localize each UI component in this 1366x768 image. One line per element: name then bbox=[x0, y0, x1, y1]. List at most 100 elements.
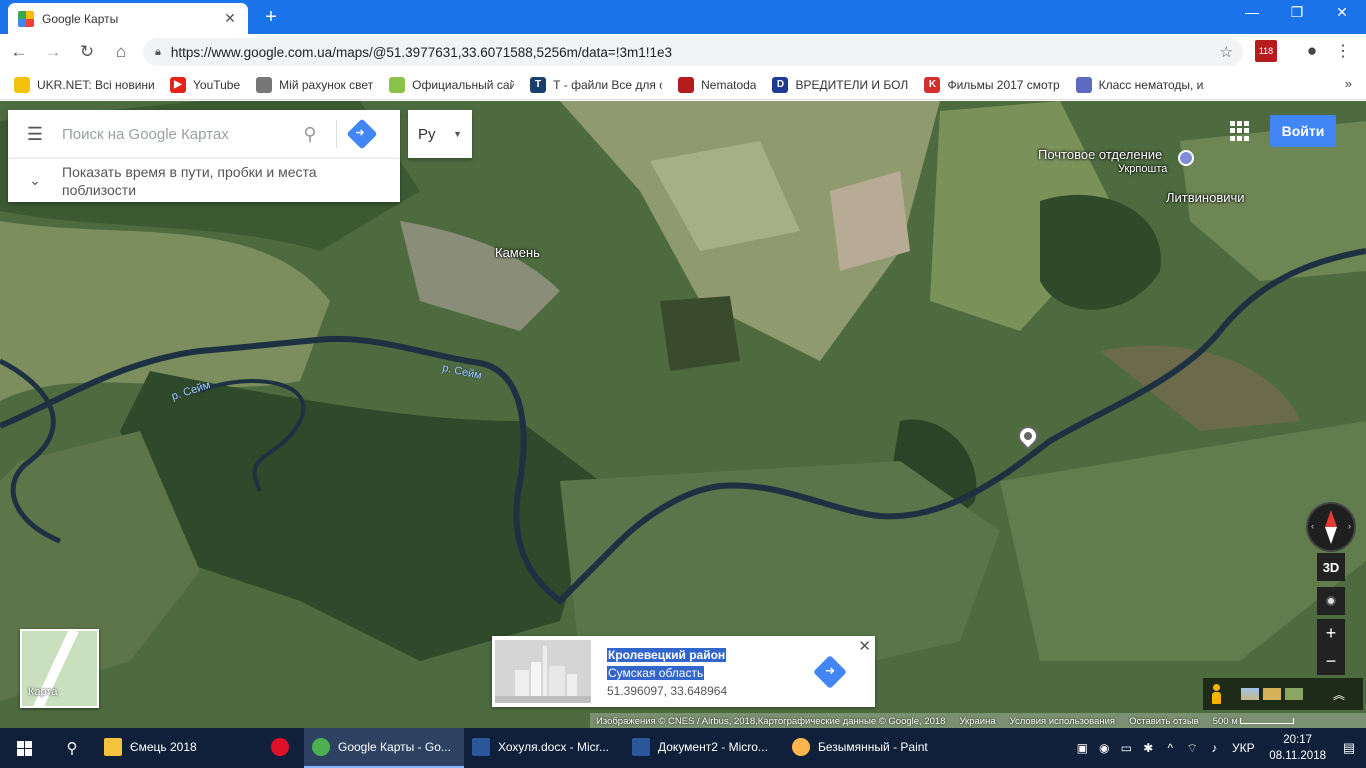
satellite-map[interactable]: Почтовое отделение Укрпошта Литвиновичи … bbox=[0, 101, 1366, 729]
reload-button[interactable]: ↻ bbox=[72, 37, 102, 67]
bookmark-nematoda[interactable]: Nematoda bbox=[678, 76, 756, 93]
google-apps-icon[interactable] bbox=[1230, 121, 1250, 141]
nematode-class-icon bbox=[1075, 76, 1092, 93]
hamburger-menu-icon[interactable]: ☰ bbox=[8, 124, 62, 145]
t-files-icon: T bbox=[530, 76, 547, 93]
lock-icon: 🔒︎ bbox=[155, 45, 161, 58]
tab-title: Google Карты bbox=[42, 11, 119, 26]
taskbar-item-chrome[interactable]: Google Карты - Go... bbox=[304, 728, 464, 768]
close-window-button[interactable]: ✕ bbox=[1322, 4, 1362, 21]
imagery-thumb-1[interactable] bbox=[1241, 688, 1259, 700]
zoom-out-button[interactable]: − bbox=[1317, 647, 1345, 675]
taskbar-item-word-1[interactable]: Хохуля.docx - Micr... bbox=[464, 728, 624, 768]
extension-calendar-icon[interactable]: 118 bbox=[1255, 40, 1277, 62]
litvinovichi-label[interactable]: Литвиновичи bbox=[1166, 190, 1245, 205]
scale-label: 500 м bbox=[1212, 715, 1238, 727]
system-tray: ▣ ◉ ▭ ✱ ^ ⌔ ♪ УКР 20:17 08.11.2018 ▤ bbox=[1071, 728, 1366, 768]
ukrposhta-label[interactable]: Укрпошта bbox=[1118, 163, 1167, 175]
paint-icon bbox=[792, 738, 810, 756]
map-layer-switcher[interactable]: Карта bbox=[20, 629, 99, 708]
browser-menu-icon[interactable]: ⋮ bbox=[1332, 40, 1354, 62]
close-card-icon[interactable]: ✕ bbox=[858, 637, 871, 655]
location-info-card: Кролевецкий район Сумская область 51.396… bbox=[492, 636, 875, 707]
bookmark-official-site[interactable]: Официальный сайт ( bbox=[389, 76, 514, 93]
keyboard-icon[interactable]: ▭ bbox=[1115, 741, 1137, 755]
3d-toggle-button[interactable]: 3D bbox=[1317, 553, 1345, 581]
back-button[interactable]: ← bbox=[4, 37, 34, 67]
compass-icon[interactable]: ‹ › bbox=[1308, 504, 1354, 550]
account-icon bbox=[256, 76, 273, 93]
network-drive-icon[interactable]: ▣ bbox=[1071, 741, 1093, 755]
place-coordinates[interactable]: 51.396097, 33.648964 bbox=[607, 684, 727, 698]
folder-icon bbox=[104, 738, 122, 756]
antivirus-icon[interactable]: ◉ bbox=[1093, 741, 1115, 755]
maps-search-input[interactable] bbox=[62, 125, 292, 143]
bookmark-nematode-class[interactable]: Класс нематоды, ил bbox=[1075, 76, 1204, 93]
show-hidden-icons[interactable]: ^ bbox=[1159, 741, 1181, 755]
browser-tab[interactable]: Google Карты ✕ bbox=[8, 3, 248, 34]
search-icon[interactable]: ⚲ bbox=[292, 124, 328, 145]
place-image[interactable] bbox=[495, 640, 591, 703]
pests-icon: D bbox=[772, 76, 789, 93]
leaf-icon bbox=[389, 76, 406, 93]
bookmarks-overflow-icon[interactable]: » bbox=[1345, 76, 1352, 91]
place-name[interactable]: Кролевецкий район bbox=[607, 648, 727, 662]
new-tab-button[interactable]: + bbox=[260, 6, 282, 29]
route-icon[interactable]: ➜ bbox=[813, 655, 847, 689]
word-icon bbox=[472, 738, 490, 756]
place-region[interactable]: Сумская область bbox=[607, 666, 705, 680]
bookmark-t-files[interactable]: TТ - файли Все для ст bbox=[530, 76, 662, 93]
zoom-in-button[interactable]: + bbox=[1317, 619, 1345, 647]
volume-icon[interactable]: ♪ bbox=[1203, 741, 1225, 755]
taskbar-item-paint[interactable]: Безымянный - Paint bbox=[784, 728, 944, 768]
home-button[interactable]: ⌂ bbox=[106, 37, 136, 67]
kamen-label[interactable]: Камень bbox=[495, 245, 540, 260]
imagery-thumb-3[interactable] bbox=[1285, 688, 1303, 700]
input-language[interactable]: УКР bbox=[1225, 741, 1261, 755]
post-office-pin-icon[interactable] bbox=[1178, 150, 1194, 166]
taskbar-item-opera[interactable] bbox=[256, 728, 304, 768]
signin-button[interactable]: Войти bbox=[1270, 115, 1336, 147]
films-icon: K bbox=[924, 76, 941, 93]
bookmark-ukrnet[interactable]: UKR.NET: Всі новини bbox=[14, 76, 154, 93]
ukrnet-icon bbox=[14, 76, 30, 93]
address-bar[interactable]: 🔒︎ https://www.google.com.ua/maps/@51.39… bbox=[143, 38, 1243, 66]
start-button[interactable] bbox=[0, 728, 48, 768]
travel-time-expander[interactable]: ⌄ Показать время в пути, пробки и места … bbox=[8, 158, 400, 202]
directions-icon[interactable]: ➜ bbox=[346, 118, 378, 150]
system-clock[interactable]: 20:17 08.11.2018 bbox=[1269, 732, 1326, 764]
taskbar-item-word-2[interactable]: Документ2 - Micro... bbox=[624, 728, 784, 768]
terms-link[interactable]: Условия использования bbox=[1010, 716, 1115, 727]
bookmarks-bar: UKR.NET: Всі новини ▶ YouTube Мій рахунок… bbox=[0, 70, 1366, 100]
notifications-icon[interactable]: ▤ bbox=[1338, 740, 1360, 756]
my-location-button[interactable] bbox=[1317, 587, 1345, 615]
imagery-thumb-2[interactable] bbox=[1263, 688, 1281, 700]
close-tab-icon[interactable]: ✕ bbox=[222, 10, 238, 27]
imagery-credit: Изображения © CNES / Airbus, 2018,Картог… bbox=[596, 715, 946, 727]
forward-button[interactable]: → bbox=[38, 37, 68, 67]
profile-icon[interactable]: ● bbox=[1301, 40, 1323, 62]
minimize-window-button[interactable]: — bbox=[1232, 4, 1272, 20]
browser-tab-bar: Google Карты ✕ + — ❐ ✕ bbox=[0, 0, 1366, 34]
post-office-label[interactable]: Почтовое отделение bbox=[1038, 147, 1162, 162]
bookmark-account[interactable]: Мій рахунок свет bbox=[256, 76, 373, 93]
restore-window-button[interactable]: ❐ bbox=[1277, 4, 1317, 21]
bluetooth-icon[interactable]: ✱ bbox=[1137, 741, 1159, 755]
feedback-link[interactable]: Оставить отзыв bbox=[1129, 716, 1199, 727]
minimap-label: Карта bbox=[28, 686, 58, 698]
maps-search-box: ☰ ⚲ ➜ bbox=[8, 110, 400, 158]
language-select[interactable]: Ру ▼ bbox=[408, 110, 472, 158]
pegman-icon[interactable] bbox=[1211, 684, 1221, 704]
bookmark-star-icon[interactable]: ☆ bbox=[1220, 43, 1233, 61]
chrome-icon bbox=[312, 738, 330, 756]
wifi-icon[interactable]: ⌔ bbox=[1181, 741, 1203, 756]
expand-up-icon[interactable]: ︽ bbox=[1333, 686, 1345, 703]
bookmark-films[interactable]: K Фильмы 2017 смотр bbox=[924, 76, 1060, 93]
country-link[interactable]: Украина bbox=[959, 716, 995, 727]
clock-time: 20:17 bbox=[1283, 734, 1313, 746]
bookmark-youtube[interactable]: ▶ YouTube bbox=[170, 76, 240, 93]
taskbar-item-folder[interactable]: Ємець 2018 bbox=[96, 728, 256, 768]
taskbar-search-icon[interactable]: ⚲ bbox=[48, 739, 96, 757]
bookmark-pests[interactable]: D ВРЕДИТЕЛИ И БОЛЕ bbox=[772, 76, 908, 93]
scale-bar[interactable]: 500 м bbox=[1213, 716, 1294, 727]
